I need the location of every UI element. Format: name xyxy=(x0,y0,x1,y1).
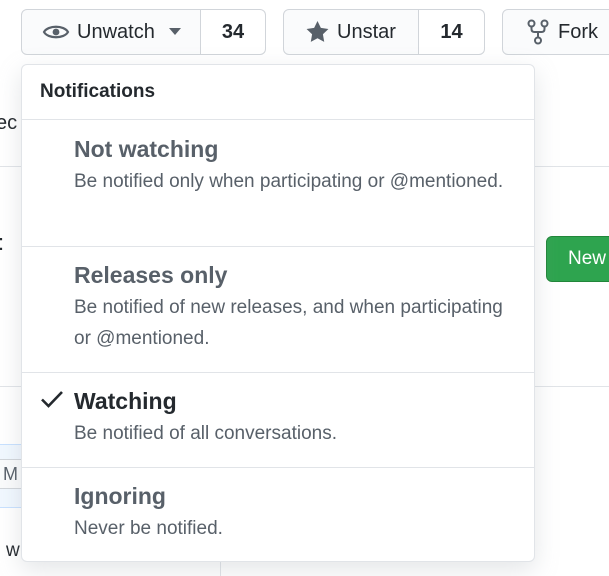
option-ignoring[interactable]: Ignoring Never be notified. xyxy=(22,468,534,561)
repo-nav-text-fragment: ec xyxy=(0,112,18,134)
option-description: Be notified of new releases, and when pa… xyxy=(74,297,503,349)
unstar-label: Unstar xyxy=(337,20,396,43)
unwatch-label: Unwatch xyxy=(77,20,155,43)
eye-icon xyxy=(42,21,70,43)
option-title: Not watching xyxy=(74,136,219,162)
new-button[interactable]: New xyxy=(546,236,609,282)
text-fragment: w xyxy=(6,540,20,561)
fork-label: Fork xyxy=(558,20,598,43)
unstar-button[interactable]: Unstar xyxy=(283,9,419,55)
star-button-group: Unstar 14 xyxy=(283,9,485,55)
unwatch-button[interactable]: Unwatch xyxy=(21,9,201,55)
caret-down-icon xyxy=(168,28,181,36)
check-icon xyxy=(40,389,64,414)
notifications-dropdown: Notifications Not watching Be notified o… xyxy=(21,64,535,562)
option-title: Releases only xyxy=(74,262,228,288)
option-watching[interactable]: Watching Be notified of all conversation… xyxy=(22,373,534,468)
option-description: Never be notified. xyxy=(74,518,223,539)
dropdown-header: Notifications xyxy=(22,65,534,120)
option-title: Watching xyxy=(74,388,177,414)
watch-button-group: Unwatch 34 xyxy=(21,9,266,55)
fork-icon xyxy=(527,19,549,45)
option-description: Be notified only when participating or @… xyxy=(74,171,504,192)
fork-button[interactable]: Fork xyxy=(502,9,609,55)
option-description: Be notified of all conversations. xyxy=(74,423,337,444)
watchers-count[interactable]: 34 xyxy=(201,9,266,55)
option-title: Ignoring xyxy=(74,483,166,509)
option-not-watching[interactable]: Not watching Be notified only when parti… xyxy=(22,120,534,247)
option-releases-only[interactable]: Releases only Be notified of new release… xyxy=(22,247,534,373)
star-icon xyxy=(304,19,331,45)
text-fragment: : xyxy=(0,230,4,256)
stargazers-count[interactable]: 14 xyxy=(419,9,485,55)
